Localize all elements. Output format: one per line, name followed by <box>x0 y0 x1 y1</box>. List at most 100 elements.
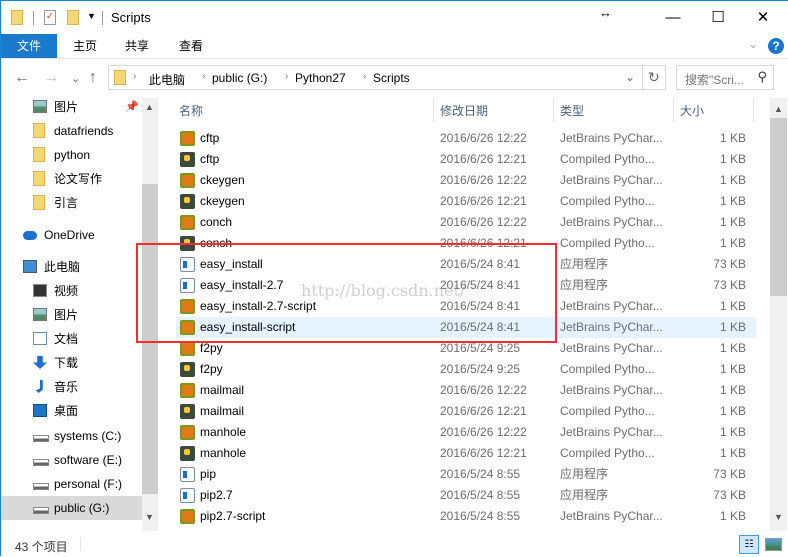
file-size: 1 KB <box>719 383 746 397</box>
sidebar-item[interactable]: systems (C:) <box>1 424 142 448</box>
expand-ribbon-icon[interactable]: ⌄ <box>748 37 758 51</box>
file-date: 2016/6/26 12:21 <box>440 446 527 460</box>
back-button[interactable]: ← <box>14 69 30 87</box>
file-size: 1 KB <box>719 131 746 145</box>
file-type: JetBrains PyChar... <box>560 509 663 523</box>
file-size: 1 KB <box>719 299 746 313</box>
file-row[interactable]: cftp 2016/6/26 12:21 Compiled Pytho... 1… <box>176 149 756 170</box>
customize-toolbar-icon[interactable]: ▼ <box>87 11 96 21</box>
forward-button[interactable]: → <box>43 69 59 87</box>
divider[interactable] <box>553 98 554 122</box>
sidebar-item[interactable]: OneDrive <box>1 223 142 247</box>
file-row[interactable]: conch 2016/6/26 12:22 JetBrains PyChar..… <box>176 212 756 233</box>
sidebar-item[interactable]: public (G:) <box>1 496 142 520</box>
properties-icon[interactable]: ✓ <box>44 10 56 25</box>
minimize-button[interactable]: — <box>650 5 696 31</box>
file-row[interactable]: pip2.7-script 2016/5/24 8:55 JetBrains P… <box>176 506 756 527</box>
file-row[interactable]: manhole 2016/6/26 12:21 Compiled Pytho..… <box>176 443 756 464</box>
tab-home[interactable]: 主页 <box>63 34 107 58</box>
pycharm-file-icon <box>180 173 195 188</box>
chevron-right-icon: › <box>133 71 137 82</box>
file-date: 2016/6/26 12:21 <box>440 152 527 166</box>
large-icons-view-button[interactable] <box>765 538 782 551</box>
file-type: JetBrains PyChar... <box>560 173 663 187</box>
compiled-python-icon <box>180 446 195 461</box>
help-icon[interactable]: ? <box>768 38 784 54</box>
item-count: 43 个项目 <box>15 540 68 554</box>
sidebar-item[interactable]: software (E:) <box>1 448 142 472</box>
column-type[interactable]: 类型 <box>560 102 584 119</box>
up-button[interactable]: ↑ <box>89 69 97 87</box>
file-name: conch <box>200 215 233 229</box>
file-row[interactable]: cftp 2016/6/26 12:22 JetBrains PyChar...… <box>176 128 756 149</box>
pictures-icon <box>33 100 47 113</box>
scrollbar-thumb[interactable] <box>770 118 787 296</box>
file-size: 73 KB <box>713 467 746 481</box>
folder-icon <box>33 171 45 186</box>
breadcrumb-item[interactable]: public (G:) <box>212 71 267 85</box>
search-input[interactable]: 搜索"Scri... ⚲ <box>676 65 774 90</box>
sidebar-item[interactable]: 图片 <box>1 303 142 327</box>
sidebar-item[interactable]: 论文写作 <box>1 167 142 191</box>
file-row[interactable]: ckeygen 2016/6/26 12:22 JetBrains PyChar… <box>176 170 756 191</box>
application-icon <box>180 488 195 503</box>
file-size: 1 KB <box>719 173 746 187</box>
column-name[interactable]: 名称 <box>179 102 203 119</box>
recent-locations-button[interactable]: ⌄ <box>71 72 80 85</box>
file-size: 1 KB <box>719 362 746 376</box>
scroll-up-icon[interactable]: ▲ <box>774 104 783 114</box>
column-date[interactable]: 修改日期 <box>440 102 488 119</box>
file-row[interactable]: pip 2016/5/24 8:55 应用程序 73 KB <box>176 464 756 485</box>
sidebar-item[interactable]: 此电脑 <box>1 255 142 279</box>
file-row[interactable]: f2py 2016/5/24 9:25 Compiled Pytho... 1 … <box>176 359 756 380</box>
sidebar-item[interactable]: datafriends <box>1 119 142 143</box>
divider[interactable] <box>673 98 674 122</box>
tab-share[interactable]: 共享 <box>115 34 159 58</box>
breadcrumb-item[interactable]: 此电脑 <box>149 71 185 88</box>
sidebar-item-label: 文档 <box>54 332 79 346</box>
details-view-button[interactable]: ☷ <box>739 535 759 554</box>
maximize-button[interactable]: ☐ <box>695 5 741 31</box>
divider[interactable] <box>433 98 434 122</box>
sidebar-item[interactable]: 下载 <box>1 351 142 375</box>
breadcrumb-item[interactable]: Scripts <box>373 71 410 85</box>
file-row[interactable]: manhole 2016/6/26 12:22 JetBrains PyChar… <box>176 422 756 443</box>
file-name: ckeygen <box>200 173 245 187</box>
chevron-right-icon: › <box>285 71 289 82</box>
pin-icon[interactable]: 📌 <box>125 95 139 119</box>
breadcrumb-item[interactable]: Python27 <box>295 71 346 85</box>
tab-file[interactable]: 文件 <box>1 34 57 58</box>
search-icon: ⚲ <box>757 69 767 84</box>
address-dropdown-icon[interactable]: ⌄ <box>625 70 635 84</box>
file-list-scrollbar[interactable]: ▲ ▼ <box>770 98 787 531</box>
file-type: Compiled Pytho... <box>560 194 655 208</box>
file-row[interactable]: mailmail 2016/6/26 12:21 Compiled Pytho.… <box>176 401 756 422</box>
file-type: JetBrains PyChar... <box>560 131 663 145</box>
sidebar-item[interactable]: 音乐 <box>1 375 142 399</box>
sidebar-item[interactable]: personal (F:) <box>1 472 142 496</box>
scroll-up-icon[interactable]: ▲ <box>145 102 154 112</box>
chevron-right-icon: › <box>202 71 206 82</box>
refresh-button[interactable]: ↻ <box>648 69 660 86</box>
file-date: 2016/6/26 12:21 <box>440 404 527 418</box>
file-name: pip2.7-script <box>200 509 266 523</box>
sidebar-item[interactable]: 图片 📌 <box>1 95 142 119</box>
file-row[interactable]: ckeygen 2016/6/26 12:21 Compiled Pytho..… <box>176 191 756 212</box>
scroll-down-icon[interactable]: ▼ <box>774 512 783 522</box>
sidebar-item[interactable]: 视频 <box>1 279 142 303</box>
tab-view[interactable]: 查看 <box>169 34 213 58</box>
divider[interactable] <box>753 98 754 122</box>
file-row[interactable]: mailmail 2016/6/26 12:22 JetBrains PyCha… <box>176 380 756 401</box>
file-row[interactable]: pip2.7 2016/5/24 8:55 应用程序 73 KB <box>176 485 756 506</box>
column-size[interactable]: 大小 <box>680 102 704 119</box>
scroll-down-icon[interactable]: ▼ <box>145 512 154 522</box>
sidebar-item[interactable]: 桌面 <box>1 399 142 423</box>
sidebar-item[interactable]: 文档 <box>1 327 142 351</box>
sidebar-item[interactable]: python <box>1 143 142 167</box>
sidebar-item[interactable]: 引言 <box>1 191 142 215</box>
sidebar-item-label: 此电脑 <box>44 260 81 274</box>
address-bar[interactable]: › 此电脑 › public (G:) › Python27 › Scripts… <box>108 65 666 90</box>
new-folder-icon[interactable] <box>67 10 79 25</box>
file-type: Compiled Pytho... <box>560 446 655 460</box>
close-button[interactable]: ✕ <box>740 5 786 31</box>
